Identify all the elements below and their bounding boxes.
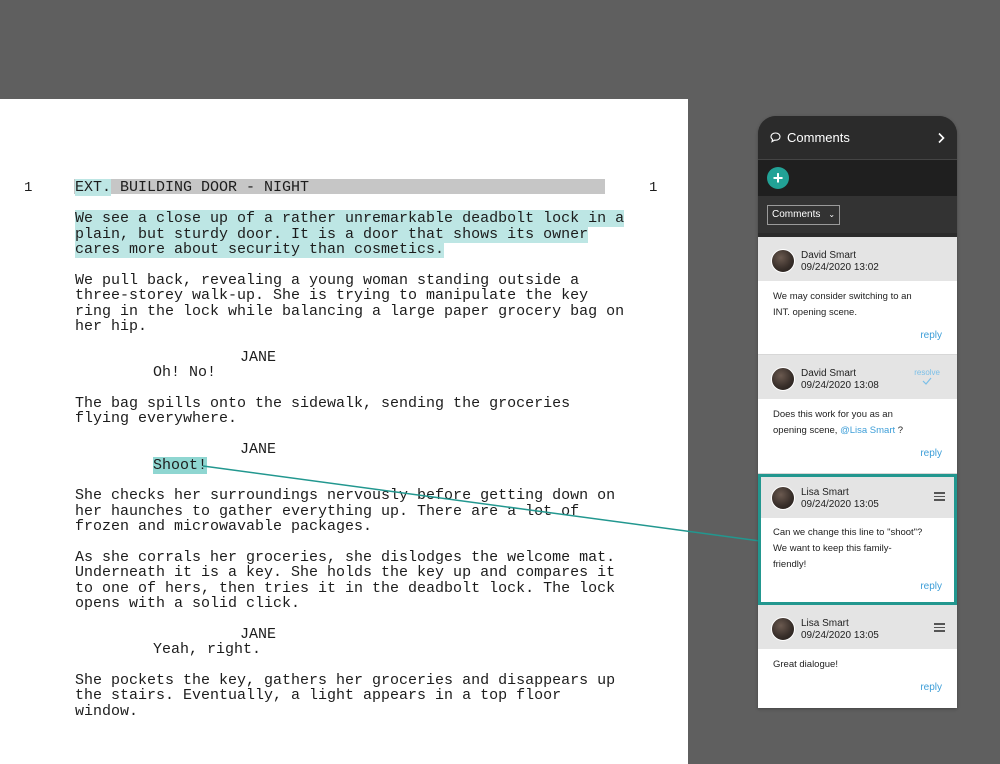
comment-author: Lisa Smart [801,618,849,629]
comment-author: David Smart [801,250,857,261]
comment-filter-select[interactable]: Comments ⌄ [767,204,841,225]
comment-header: Lisa Smart 09/24/2020 13:05 [761,477,954,518]
menu-icon[interactable] [934,623,945,634]
menu-icon[interactable] [934,492,945,503]
comment-body: Does this work for you as an opening sce… [758,399,957,439]
comment-date: 09/24/2020 13:08 [801,380,879,391]
comment-card[interactable]: David Smart 09/24/2020 13:02 We may cons… [758,237,957,355]
user-mention[interactable]: @Lisa Smart [840,425,895,436]
speech-bubble-icon [770,132,781,143]
comment-text-line: opening scene, @Lisa Smart ? [773,423,942,439]
comment-card[interactable]: Lisa Smart 09/24/2020 13:05 Great dialog… [758,605,957,708]
chevron-right-icon[interactable] [937,132,945,144]
comment-date: 09/24/2020 13:05 [801,630,879,641]
filter-value: Comments [772,208,821,220]
panel-title: Comments [787,130,850,145]
comment-author: David Smart [801,368,857,379]
comment-text: opening scene, [773,425,841,436]
comment-date: 09/24/2020 13:02 [801,262,879,273]
reply-link[interactable]: reply [920,682,942,693]
comment-body: Can we change this line to "shoot"? We w… [761,518,954,573]
comment-header: David Smart 09/24/2020 13:08 resolve [758,355,957,399]
comment-date: 09/24/2020 13:05 [801,499,879,510]
comment-text-line: We may consider switching to an [773,291,912,302]
comment-body: Great dialogue! [758,649,957,673]
resolve-label: resolve [914,368,940,377]
comment-list: David Smart 09/24/2020 13:02 We may cons… [758,237,957,708]
add-comment-button[interactable]: + [767,167,789,189]
reply-link[interactable]: reply [920,448,942,459]
comment-text-line: We want to keep this family- [773,543,892,554]
avatar [771,486,795,510]
comment-text: ? [895,425,904,436]
reply-link[interactable]: reply [920,330,942,341]
filter-row: Comments ⌄ [758,196,957,233]
comment-author: Lisa Smart [801,487,849,498]
comment-text-line: Does this work for you as an [773,409,893,420]
chevron-down-icon: ⌄ [828,209,836,219]
avatar [771,249,795,273]
comment-card-selected[interactable]: Lisa Smart 09/24/2020 13:05 Can we chang… [758,474,957,605]
comment-text-line: INT. opening scene. [773,307,857,318]
comments-panel: Comments + Comments ⌄ David Smart 09/24/… [758,116,957,708]
comment-text-line: friendly! [773,559,807,570]
avatar [771,367,795,391]
comment-header: David Smart 09/24/2020 13:02 [758,237,957,281]
checkmark-icon [922,377,932,385]
comment-header: Lisa Smart 09/24/2020 13:05 [758,605,957,649]
add-comment-row: + [758,160,957,196]
avatar [771,617,795,641]
resolve-button[interactable]: resolve [914,368,940,387]
reply-link[interactable]: reply [920,581,942,592]
comment-card[interactable]: David Smart 09/24/2020 13:08 resolve Doe… [758,355,957,474]
comment-text-line: Can we change this line to "shoot"? [773,527,923,538]
panel-header: Comments [758,116,957,160]
comment-text-line: Great dialogue! [773,659,838,670]
comment-body: We may consider switching to an INT. ope… [758,281,957,321]
